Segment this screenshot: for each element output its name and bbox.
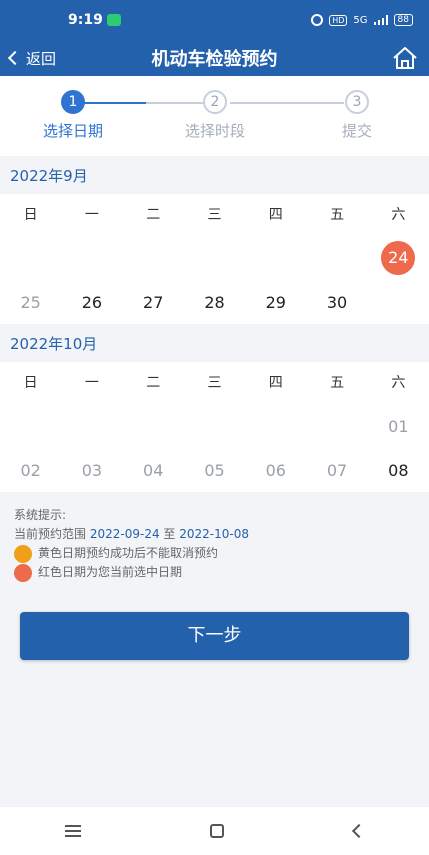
back-button[interactable]: 返回 bbox=[7, 48, 57, 69]
legend-red: 红色日期为您当前选中日期 bbox=[14, 563, 415, 582]
range-end: 2022-10-08 bbox=[179, 527, 250, 541]
day-cell bbox=[123, 236, 184, 280]
day-cell: 06 bbox=[265, 460, 286, 480]
day-cell bbox=[0, 236, 61, 280]
system-tips: 系统提示: 当前预约范围 2022-09-24 至 2022-10-08 黄色日… bbox=[0, 492, 429, 582]
weekday-label: 三 bbox=[207, 207, 222, 223]
weekday-label: 六 bbox=[391, 207, 406, 223]
page-title: 机动车检验预约 bbox=[151, 49, 278, 70]
week-row: 24 bbox=[0, 236, 429, 280]
day-cell bbox=[61, 404, 122, 448]
day-cell[interactable]: 08 bbox=[368, 448, 429, 492]
status-time: 9:19 bbox=[68, 12, 103, 28]
month-september: 2022年9月 日 一 二 三 四 五 六 24 25 26 27 28 29 … bbox=[0, 156, 429, 324]
day-cell bbox=[245, 404, 306, 448]
step-indicator: 1 选择日期 2 选择时段 3 提交 bbox=[0, 76, 429, 156]
day-cell[interactable]: 27 bbox=[123, 280, 184, 324]
step-1-label: 选择日期 bbox=[42, 122, 103, 140]
wechat-icon bbox=[106, 14, 121, 26]
weekday-label: 一 bbox=[84, 375, 99, 391]
day-cell-selected[interactable]: 24 bbox=[368, 236, 429, 280]
step-2-number: 2 bbox=[203, 90, 227, 114]
back-label: 返回 bbox=[26, 49, 57, 68]
weekday-label: 二 bbox=[146, 207, 161, 223]
week-row: 02 03 04 05 06 07 08 bbox=[0, 448, 429, 492]
day-cell[interactable]: 26 bbox=[61, 280, 122, 324]
month-title: 2022年10月 bbox=[0, 324, 429, 362]
range-separator: 至 bbox=[163, 527, 176, 541]
step-3-number: 3 bbox=[345, 90, 369, 114]
day-cell bbox=[61, 236, 122, 280]
weekday-label: 日 bbox=[23, 207, 38, 223]
step-2: 2 选择时段 bbox=[170, 90, 260, 141]
day-cell bbox=[306, 404, 367, 448]
day-cell: 01 bbox=[388, 416, 409, 436]
calendar-grid: 日 一 二 三 四 五 六 01 02 03 04 05 06 07 08 bbox=[0, 362, 429, 492]
weekday-label: 一 bbox=[84, 207, 99, 223]
weekday-label: 五 bbox=[330, 375, 345, 391]
nav-bar: 返回 机动车检验预约 bbox=[0, 40, 429, 76]
system-nav-bar bbox=[0, 807, 429, 855]
step-3: 3 提交 bbox=[312, 90, 402, 141]
day-cell[interactable]: 29 bbox=[245, 280, 306, 324]
step-3-label: 提交 bbox=[341, 122, 372, 140]
weekday-label: 日 bbox=[23, 375, 38, 391]
day-cell[interactable]: 28 bbox=[184, 280, 245, 324]
range-prefix: 当前预约范围 bbox=[14, 527, 87, 541]
weekday-row: 日 一 二 三 四 五 六 bbox=[0, 194, 429, 236]
step-2-label: 选择时段 bbox=[184, 122, 245, 140]
weekday-label: 二 bbox=[146, 375, 161, 391]
week-row: 25 26 27 28 29 30 bbox=[0, 280, 429, 324]
day-cell[interactable]: 30 bbox=[306, 280, 367, 324]
legend-yellow: 黄色日期预约成功后不能取消预约 bbox=[14, 544, 415, 563]
month-title: 2022年9月 bbox=[0, 156, 429, 194]
month-october: 2022年10月 日 一 二 三 四 五 六 01 02 03 04 05 06… bbox=[0, 324, 429, 492]
yellow-dot-icon bbox=[14, 544, 32, 563]
weekday-label: 四 bbox=[268, 207, 283, 223]
menu-icon[interactable] bbox=[64, 825, 81, 837]
day-cell bbox=[184, 236, 245, 280]
range-start: 2022-09-24 bbox=[89, 527, 160, 541]
home-icon[interactable] bbox=[391, 44, 419, 72]
booking-range: 当前预约范围 2022-09-24 至 2022-10-08 bbox=[14, 525, 415, 544]
weekday-row: 日 一 二 三 四 五 六 bbox=[0, 362, 429, 404]
signal-icon bbox=[373, 15, 388, 25]
chevron-left-icon bbox=[7, 50, 23, 66]
status-icons: HD 5G 88 bbox=[311, 14, 413, 26]
day-cell: 05 bbox=[204, 460, 225, 480]
tips-title: 系统提示: bbox=[14, 508, 67, 522]
day-cell bbox=[184, 404, 245, 448]
network-label: 5G bbox=[353, 14, 368, 26]
legend-yellow-text: 黄色日期预约成功后不能取消预约 bbox=[38, 546, 219, 560]
day-cell bbox=[245, 236, 306, 280]
day-cell bbox=[306, 236, 367, 280]
day-cell: 04 bbox=[143, 460, 164, 480]
week-row: 01 bbox=[0, 404, 429, 448]
weekday-label: 四 bbox=[268, 375, 283, 391]
weekday-label: 五 bbox=[330, 207, 345, 223]
calendar-grid: 日 一 二 三 四 五 六 24 25 26 27 28 29 30 bbox=[0, 194, 429, 324]
battery-icon: 88 bbox=[393, 14, 413, 26]
alarm-icon bbox=[311, 14, 324, 26]
weekday-label: 三 bbox=[207, 375, 222, 391]
red-dot-icon bbox=[14, 563, 32, 582]
day-cell: 25 bbox=[20, 292, 41, 312]
day-cell: 07 bbox=[326, 460, 348, 480]
day-cell bbox=[0, 404, 61, 448]
hd-icon: HD bbox=[329, 14, 348, 26]
weekday-label: 六 bbox=[391, 375, 406, 391]
next-step-button[interactable]: 下一步 bbox=[20, 612, 409, 660]
legend-red-text: 红色日期为您当前选中日期 bbox=[38, 565, 183, 579]
day-number: 24 bbox=[381, 241, 416, 275]
step-1-number: 1 bbox=[61, 90, 85, 114]
day-cell: 02 bbox=[20, 460, 41, 480]
step-1: 1 选择日期 bbox=[28, 90, 118, 141]
status-bar: 9:19 HD 5G 88 bbox=[0, 0, 429, 40]
back-arrow-icon[interactable] bbox=[352, 823, 367, 839]
day-cell: 03 bbox=[81, 460, 103, 480]
day-cell bbox=[123, 404, 184, 448]
day-cell bbox=[368, 280, 429, 324]
home-square-icon[interactable] bbox=[210, 824, 225, 838]
